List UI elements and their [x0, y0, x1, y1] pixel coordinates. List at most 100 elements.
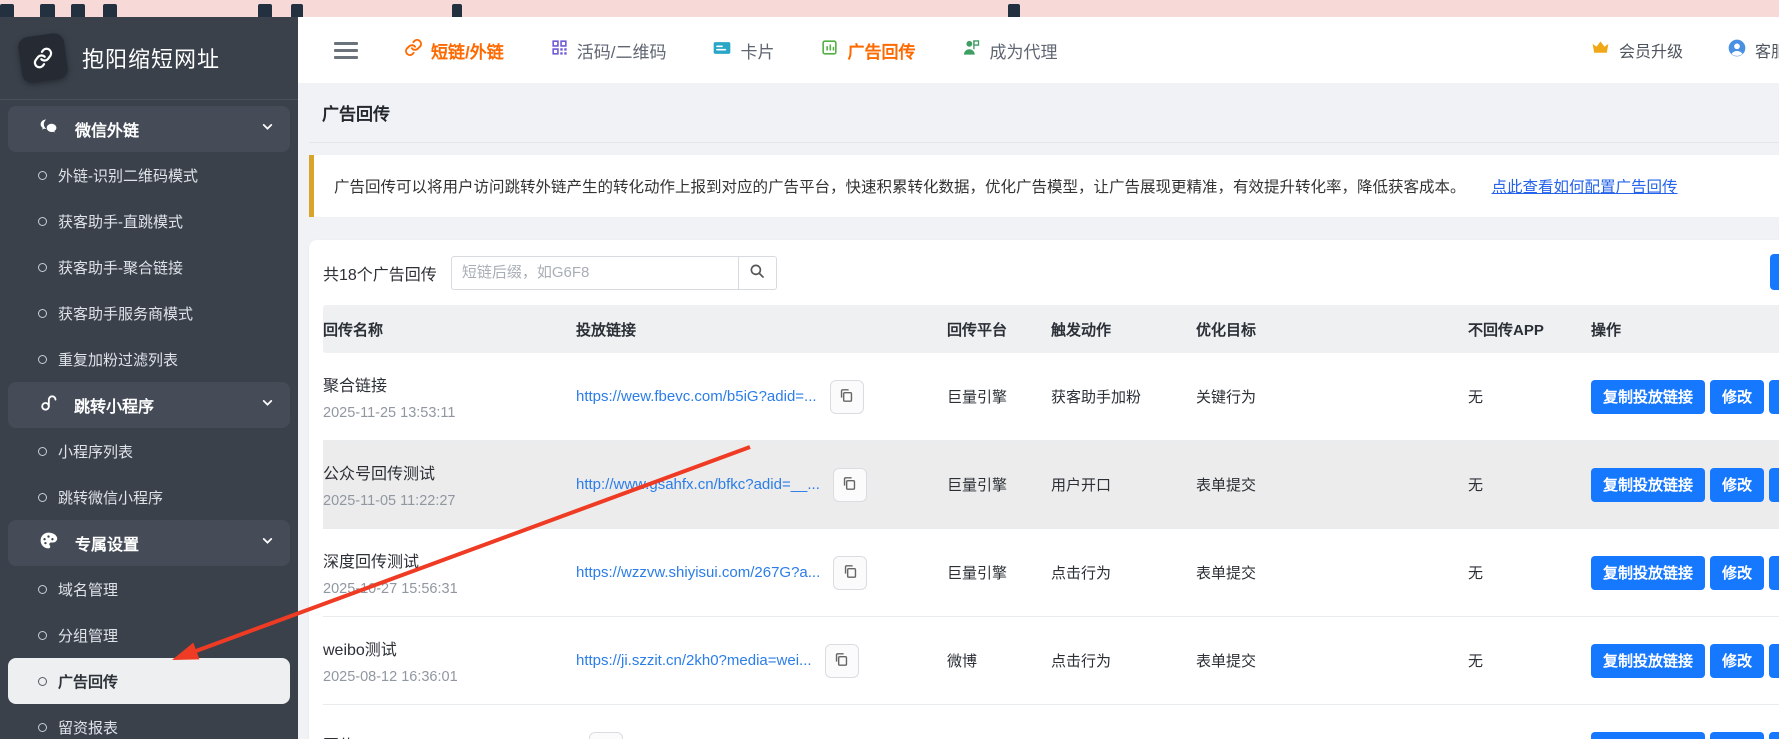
- callback-name: 公众号回传测试: [323, 460, 576, 484]
- copy-link-button[interactable]: 复制投放链接: [1591, 556, 1705, 590]
- banner-help-link[interactable]: 点此查看如何配置广告回传: [1492, 175, 1678, 197]
- table-row: 聚合链接 2025-11-25 13:53:11 https://wew.fbe…: [323, 353, 1779, 441]
- add-callback-button[interactable]: 添加: [1770, 254, 1779, 290]
- bullet-icon: [38, 217, 47, 226]
- copy-link-button[interactable]: 复制投放链接: [1591, 732, 1705, 739]
- campaign-url-link[interactable]: https://wzzvw.shiyisui.com/267G?a...: [576, 564, 820, 581]
- callback-name: 回传20250730145628: [323, 732, 576, 739]
- search-button[interactable]: [739, 256, 777, 290]
- chevron-down-icon: [261, 120, 274, 138]
- tab-live-qrcode[interactable]: 活码/二维码: [550, 38, 667, 63]
- search-input[interactable]: [451, 256, 739, 290]
- page-title: 广告回传: [322, 100, 390, 125]
- edit-button[interactable]: 修改: [1710, 468, 1764, 502]
- copy-link-button[interactable]: 复制投放链接: [1591, 380, 1705, 414]
- logo: 抱阳缩短网址: [0, 17, 298, 100]
- edit-button[interactable]: 修改: [1710, 644, 1764, 678]
- copy-icon: [833, 651, 850, 671]
- info-banner: 广告回传可以将用户访问跳转外链产生的转化动作上报到对应的广告平台，快速积累转化数…: [309, 155, 1779, 217]
- campaign-url-link[interactable]: https://wew.fbevc.com/b5iG?adid=...: [576, 388, 817, 405]
- platform-value: 巨量引擎: [947, 474, 1051, 495]
- platform-value: 巨量引擎: [947, 562, 1051, 583]
- campaign-url-link[interactable]: http://www.gsahfx.cn/bfkc?adid=__...: [576, 476, 820, 493]
- sidebar-item-ad-callback[interactable]: 广告回传: [8, 658, 290, 704]
- no-app-value: 无: [1468, 474, 1591, 495]
- callback-name: 深度回传测试: [323, 548, 576, 572]
- tab-ad-callback[interactable]: 广告回传: [820, 38, 915, 63]
- ad-callback-icon: [820, 38, 839, 62]
- sidebar-item-qrcode-mode[interactable]: 外链-识别二维码模式: [0, 152, 298, 198]
- copy-url-button[interactable]: [833, 556, 867, 590]
- sidebar-item-lead-report[interactable]: 留资报表: [0, 704, 298, 739]
- bullet-icon: [38, 585, 47, 594]
- sidebar-item-jump-wechat-miniprogram[interactable]: 跳转微信小程序: [0, 474, 298, 520]
- bullet-icon: [38, 677, 47, 686]
- edit-button[interactable]: 修改: [1710, 556, 1764, 590]
- page-title-bar: 广告回传: [309, 83, 1779, 143]
- sidebar-item-direct-jump[interactable]: 获客助手-直跳模式: [0, 198, 298, 244]
- campaign-url-link[interactable]: https://ji.szzit.cn/2kh0?media=wei...: [576, 652, 812, 669]
- copy-url-button[interactable]: [830, 380, 864, 414]
- delete-button[interactable]: 删除: [1769, 380, 1779, 414]
- trigger-value: 点击行为: [1051, 650, 1196, 671]
- miniprogram-icon: [38, 393, 58, 418]
- bullet-icon: [38, 171, 47, 180]
- copy-link-button[interactable]: 复制投放链接: [1591, 644, 1705, 678]
- callback-created: 2025-10-27 15:56:31: [323, 581, 576, 597]
- delete-button[interactable]: 删除: [1769, 556, 1779, 590]
- table-row: 深度回传测试 2025-10-27 15:56:31 https://wzzvw…: [323, 529, 1779, 617]
- browser-mark: [0, 4, 14, 17]
- member-upgrade-button[interactable]: 会员升级: [1590, 37, 1683, 63]
- copy-icon: [838, 387, 855, 407]
- sidebar-item-domain-management[interactable]: 域名管理: [0, 566, 298, 612]
- link-logo-icon: [17, 32, 69, 84]
- copy-url-button[interactable]: [825, 644, 859, 678]
- bullet-icon: [38, 631, 47, 640]
- callback-name: 聚合链接: [323, 372, 576, 396]
- sidebar-item-aggregate-link[interactable]: 获客助手-聚合链接: [0, 244, 298, 290]
- browser-mark: [452, 4, 462, 17]
- table-header-row: 回传名称 投放链接 回传平台 触发动作 优化目标 不回传APP 操作: [323, 305, 1779, 353]
- bullet-icon: [38, 447, 47, 456]
- edit-button[interactable]: 修改: [1710, 732, 1764, 739]
- callback-count-label: 共18个广告回传: [323, 261, 437, 285]
- col-header-url: 投放链接: [576, 319, 947, 340]
- tab-become-agent[interactable]: 成为代理: [961, 38, 1057, 63]
- platform-value: 巨量引擎: [947, 386, 1051, 407]
- trigger-value: 点击行为: [1051, 562, 1196, 583]
- delete-button[interactable]: 删除: [1769, 644, 1779, 678]
- service-icon: [1727, 38, 1747, 63]
- copy-icon: [841, 475, 858, 495]
- sidebar-item-miniprogram-list[interactable]: 小程序列表: [0, 428, 298, 474]
- callback-created: 2025-11-25 13:53:11: [323, 405, 576, 421]
- bullet-icon: [38, 355, 47, 364]
- link-icon: [404, 38, 423, 62]
- copy-icon: [842, 563, 859, 583]
- table-card: 共18个广告回传 添加 回传名称 投放链接 回传平台 触发动作 优化目标: [309, 240, 1779, 739]
- search-group: [451, 256, 777, 290]
- delete-button[interactable]: 删除: [1769, 732, 1779, 739]
- copy-url-button[interactable]: [589, 732, 623, 739]
- sidebar-group-exclusive-settings[interactable]: 专属设置: [8, 520, 290, 566]
- delete-button[interactable]: 删除: [1769, 468, 1779, 502]
- goal-value: 关键行为: [1196, 386, 1468, 407]
- col-header-actions: 操作: [1591, 319, 1779, 340]
- hamburger-menu-icon[interactable]: [334, 38, 358, 63]
- table-row: weibo测试 2025-08-12 16:36:01 https://ji.s…: [323, 617, 1779, 705]
- sidebar-item-dedup-filter[interactable]: 重复加粉过滤列表: [0, 336, 298, 382]
- sidebar-group-miniprogram[interactable]: 跳转小程序: [8, 382, 290, 428]
- goal-value: 表单提交: [1196, 562, 1468, 583]
- tab-card[interactable]: 卡片: [712, 38, 774, 63]
- edit-button[interactable]: 修改: [1710, 380, 1764, 414]
- customer-service-button[interactable]: 客服: [1727, 38, 1779, 63]
- sidebar-group-wechat-links[interactable]: 微信外链: [8, 106, 290, 152]
- goal-value: 表单提交: [1196, 474, 1468, 495]
- sidebar-item-group-management[interactable]: 分组管理: [0, 612, 298, 658]
- copy-link-button[interactable]: 复制投放链接: [1591, 468, 1705, 502]
- copy-url-button[interactable]: [833, 468, 867, 502]
- table-row: 回传20250730145628 复制投放链接 修改 删除: [323, 705, 1779, 739]
- app-title: 抱阳缩短网址: [82, 42, 220, 74]
- sidebar-item-service-provider[interactable]: 获客助手服务商模式: [0, 290, 298, 336]
- tab-short-links[interactable]: 短链/外链: [404, 38, 504, 63]
- chevron-down-icon: [261, 534, 274, 552]
